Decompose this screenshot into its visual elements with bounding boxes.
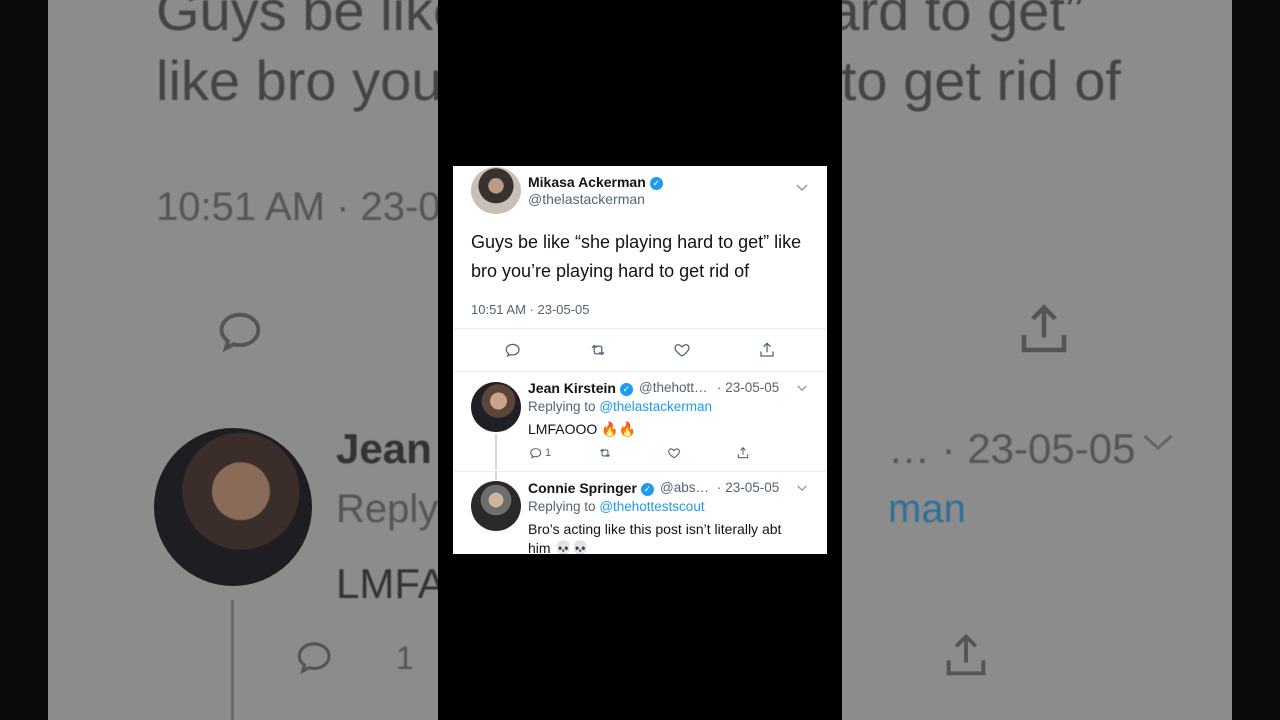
reply-date[interactable]: · 23-05-05 <box>717 480 779 495</box>
backdrop-date: … · 23-05-05 <box>888 425 1136 472</box>
backdrop-reply-count-icon <box>293 636 337 683</box>
reply-author-name[interactable]: Connie Springer ✓ <box>528 480 654 496</box>
author-name[interactable]: Mikasa Ackerman ✓ <box>528 174 663 190</box>
backdrop-replying-link: man <box>888 487 966 531</box>
replying-to-link[interactable]: @thehottestscout <box>599 499 704 514</box>
reply-icon[interactable] <box>504 341 522 359</box>
reply-text: LMFAOOO 🔥🔥 <box>528 421 636 437</box>
reply-count-button[interactable]: 1 <box>529 446 551 460</box>
reply-icon <box>529 446 543 460</box>
thread-line <box>495 434 497 480</box>
reply-author-name[interactable]: Jean Kirstein ✓ <box>528 380 633 396</box>
chevron-down-icon[interactable] <box>795 182 809 196</box>
backdrop-reply-icon <box>213 305 269 362</box>
tweet-text: Guys be like “she playing hard to get” l… <box>471 232 802 281</box>
backdrop-share-icon <box>1014 300 1074 365</box>
replying-to-prefix: Replying to <box>528 399 596 414</box>
backdrop-thread-line <box>231 600 234 720</box>
backdrop-share-icon-2 <box>940 630 992 687</box>
reply-author-handle[interactable]: @thehott… <box>639 380 708 395</box>
tweet-timestamp[interactable]: 10:51 AM · 23-05-05 <box>471 302 590 317</box>
backdrop-avatar <box>154 428 312 586</box>
reply-avatar[interactable] <box>471 382 521 432</box>
reply-author-name-text: Connie Springer <box>528 480 637 496</box>
chevron-down-icon[interactable] <box>796 482 808 496</box>
verified-badge-icon: ✓ <box>640 483 654 496</box>
reply-date[interactable]: · 23-05-05 <box>717 380 779 395</box>
like-icon[interactable] <box>667 446 681 460</box>
author-handle[interactable]: @thelastackerman <box>528 191 645 207</box>
share-icon[interactable] <box>736 446 750 460</box>
reply-author-name-text: Jean Kirstein <box>528 380 616 396</box>
author-name-text: Mikasa Ackerman <box>528 174 646 190</box>
reply-count: 1 <box>545 447 552 459</box>
like-icon[interactable] <box>673 341 691 359</box>
share-icon[interactable] <box>758 341 776 359</box>
chevron-down-icon[interactable] <box>796 382 808 396</box>
replying-to: Replying to @thehottestscout <box>528 499 705 514</box>
replying-to-link[interactable]: @thelastackerman <box>599 399 712 414</box>
divider <box>453 471 827 472</box>
backdrop-reply-count: 1 <box>396 640 414 676</box>
tweet-card: Mikasa Ackerman ✓ @thelastackerman Guys b… <box>453 166 827 554</box>
divider <box>453 328 827 329</box>
replying-to-prefix: Replying to <box>528 499 596 514</box>
verified-badge-icon: ✓ <box>649 177 663 190</box>
retweet-icon[interactable] <box>588 341 608 359</box>
backdrop-chevron-down-icon <box>1140 430 1176 459</box>
divider <box>453 371 827 372</box>
reply-text-line1: Bro’s acting like this post isn’t litera… <box>528 521 782 537</box>
avatar[interactable] <box>471 167 521 214</box>
reply-author-handle[interactable]: @abs… <box>660 480 709 495</box>
verified-badge-icon: ✓ <box>619 383 633 396</box>
reply-avatar[interactable] <box>471 481 521 531</box>
reply-text-line2: him 💀💀 <box>528 540 590 554</box>
retweet-icon[interactable] <box>597 446 613 460</box>
replying-to: Replying to @thelastackerman <box>528 399 712 414</box>
